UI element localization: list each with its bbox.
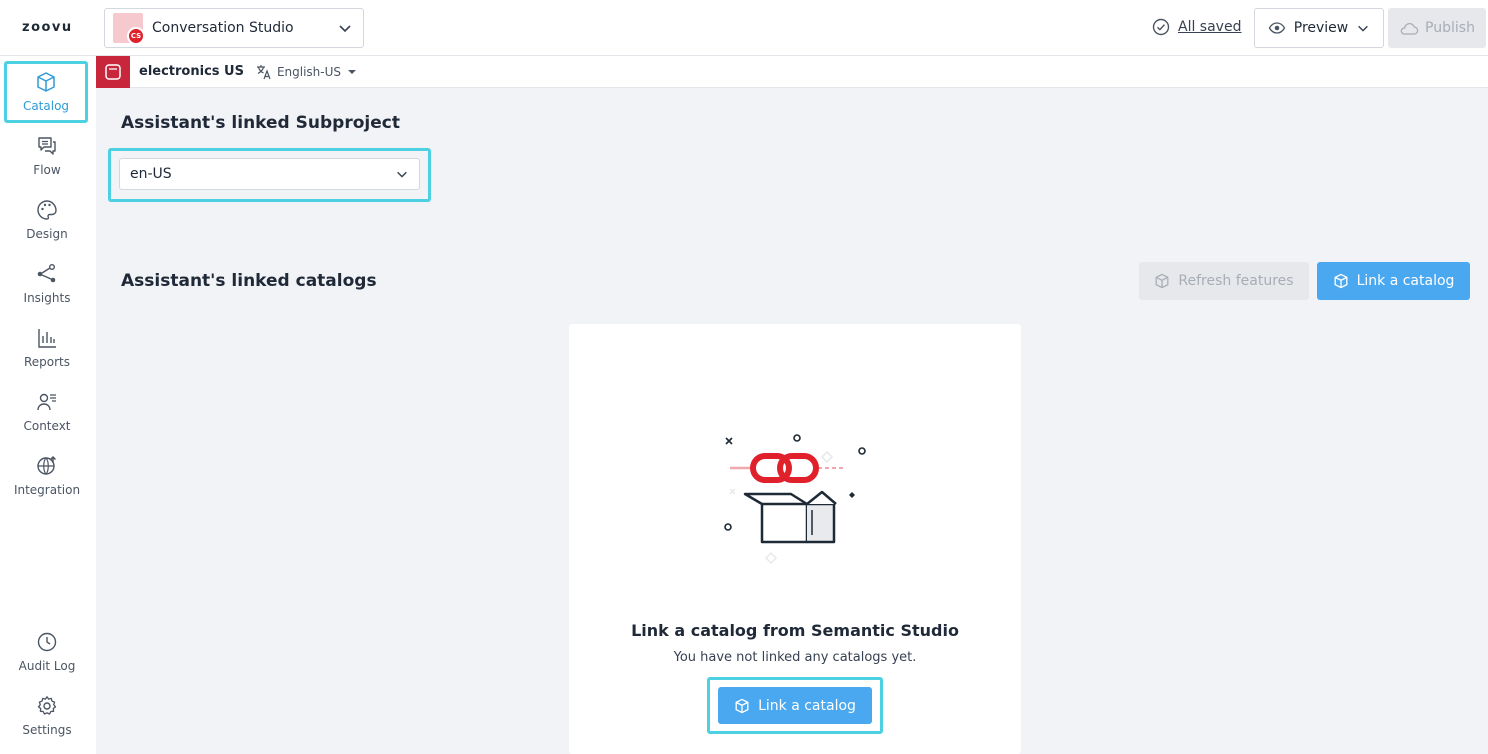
subproject-select-highlight: en-US: [108, 148, 431, 202]
box-icon: [1334, 273, 1348, 289]
link-catalog-button[interactable]: Link a catalog: [1317, 262, 1470, 300]
chat-icon: [38, 137, 56, 155]
empty-state-button-highlight: Link a catalog: [707, 677, 883, 734]
sidebar-item-integration[interactable]: Integration: [0, 446, 94, 506]
sidebar-item-label: Integration: [13, 483, 81, 497]
sidebar-item-flow[interactable]: Flow: [0, 126, 94, 186]
check-circle-icon: [1152, 18, 1170, 36]
chevron-down-icon: [1358, 25, 1369, 32]
empty-state-subtitle: You have not linked any catalogs yet.: [673, 650, 917, 665]
gear-icon: [37, 696, 57, 715]
top-bar: zoovu CS Conversation Studio All saved P…: [0, 0, 1488, 56]
user-list-icon: [37, 393, 56, 411]
palette-icon: [37, 200, 57, 220]
share-nodes-icon: [37, 264, 56, 283]
project-badge-label: CS: [127, 27, 145, 45]
publish-button[interactable]: Publish: [1388, 8, 1486, 48]
sidebar-item-label: Insights: [23, 291, 71, 305]
translate-icon: [256, 64, 271, 79]
sidebar-item-label: Design: [26, 227, 68, 241]
project-selector[interactable]: CS Conversation Studio: [104, 8, 364, 48]
sidebar-item-label: Catalog: [22, 99, 70, 113]
preview-button[interactable]: Preview: [1254, 8, 1384, 48]
cloud-icon: [1400, 22, 1419, 35]
assistant-subheader: electronics US English-US: [96, 55, 1488, 88]
sidebar-item-label: Context: [23, 419, 71, 433]
subproject-heading: Assistant's linked Subproject: [121, 113, 400, 133]
project-badge-icon: CS: [113, 13, 145, 45]
box-icon: [735, 698, 749, 713]
sidebar: Catalog Flow Design Insights Reports Con…: [0, 56, 96, 754]
sidebar-item-settings[interactable]: Settings: [0, 686, 94, 746]
chevron-down-icon: [339, 25, 351, 33]
zoovu-logo[interactable]: zoovu: [22, 20, 73, 35]
empty-state-button-label: Link a catalog: [758, 697, 856, 714]
language-label: English-US: [276, 64, 342, 79]
link-catalog-label: Link a catalog: [1356, 273, 1455, 289]
saved-status[interactable]: All saved: [1152, 18, 1241, 36]
sidebar-item-label: Audit Log: [18, 659, 76, 673]
box-icon: [1155, 273, 1169, 289]
empty-state-title: Link a catalog from Semantic Studio: [631, 621, 959, 640]
eye-icon: [1268, 22, 1285, 34]
empty-state-link-catalog-button[interactable]: Link a catalog: [718, 687, 872, 724]
sidebar-item-label: Reports: [23, 355, 71, 369]
empty-state-card: Link a catalog from Semantic Studio You …: [569, 324, 1021, 754]
sidebar-item-reports[interactable]: Reports: [0, 318, 94, 378]
box-icon: [37, 72, 55, 92]
refresh-features-label: Refresh features: [1178, 273, 1294, 289]
catalogs-heading: Assistant's linked catalogs: [121, 271, 377, 291]
saved-status-label: All saved: [1178, 19, 1242, 35]
preview-label: Preview: [1293, 20, 1349, 36]
sidebar-item-audit-log[interactable]: Audit Log: [0, 622, 94, 682]
history-icon: [37, 632, 57, 652]
assistant-name: electronics US: [139, 64, 244, 79]
link-box-illustration-icon: [724, 434, 866, 565]
sidebar-item-design[interactable]: Design: [0, 190, 94, 250]
subproject-value: en-US: [130, 166, 172, 182]
refresh-features-button[interactable]: Refresh features: [1139, 262, 1309, 300]
sidebar-item-insights[interactable]: Insights: [0, 254, 94, 314]
sidebar-item-label: Flow: [33, 163, 61, 177]
chevron-down-icon: [397, 171, 407, 178]
caret-down-icon: [348, 69, 357, 74]
globe-icon: [37, 456, 56, 475]
publish-label: Publish: [1425, 20, 1475, 36]
language-selector[interactable]: English-US: [256, 64, 358, 80]
sidebar-item-label: Settings: [22, 723, 72, 737]
project-name: Conversation Studio: [152, 20, 294, 36]
assistant-logo-icon[interactable]: [96, 55, 130, 88]
bar-chart-icon: [38, 329, 56, 348]
subproject-select[interactable]: en-US: [119, 158, 420, 190]
sidebar-item-catalog[interactable]: Catalog: [4, 61, 88, 123]
sidebar-item-context[interactable]: Context: [0, 382, 94, 442]
